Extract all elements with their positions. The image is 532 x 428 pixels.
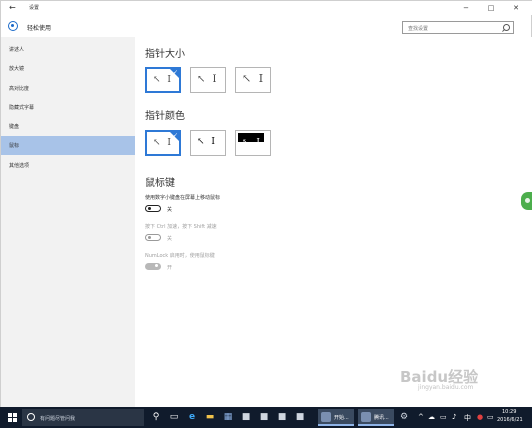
numlock-label: NumLock 启用时，使用鼠标键	[145, 253, 215, 259]
sidebar-item-label: 放大镜	[9, 66, 25, 72]
clock-date[interactable]: 2016/6/21	[497, 417, 523, 423]
sidebar-item-label: 隐藏式字幕	[9, 105, 35, 111]
cortana-icon	[27, 413, 35, 421]
sidebar-item-label: 讲述人	[9, 47, 25, 53]
maximize-button[interactable]: □	[481, 2, 501, 14]
close-button[interactable]: ✕	[506, 2, 526, 14]
app-icon-4[interactable]: ■	[294, 411, 306, 423]
pointer-size-option-large[interactable]: ↖ I	[235, 67, 271, 93]
search-input[interactable]: 查找设置	[402, 21, 514, 34]
settings-window: ← 设置 − □ ✕ 轻松使用 查找设置 讲述人 放大镜 高对比度 隐藏式字幕 …	[0, 0, 532, 407]
notification-badge-icon[interactable]: ●	[477, 413, 483, 421]
sidebar-item-magnifier[interactable]: 放大镜	[1, 59, 135, 78]
volume-icon[interactable]: ♪	[452, 413, 456, 421]
taskbar-app-1-label: 开始...	[334, 415, 349, 421]
search-icon[interactable]	[503, 24, 510, 31]
sidebar-item-narrator[interactable]: 讲述人	[1, 40, 135, 59]
page-header: 轻松使用 查找设置	[1, 17, 532, 37]
sidebar-item-label: 键盘	[9, 124, 20, 130]
taskbar-app-2[interactable]: 腾讯...	[358, 409, 394, 426]
task-view-icon[interactable]: ▭	[168, 411, 180, 423]
pointer-sample: ↖ I	[242, 138, 262, 148]
minimize-button[interactable]: −	[456, 2, 476, 14]
pointer-size-option-small[interactable]: ↖ I ✓	[145, 67, 181, 93]
settings-app-icon[interactable]: ⚙	[398, 411, 410, 423]
pointer-size-title: 指针大小	[145, 49, 185, 60]
app-icon-1[interactable]: ■	[240, 411, 252, 423]
sidebar-item-high-contrast[interactable]: 高对比度	[1, 79, 135, 98]
check-icon: ✓	[172, 132, 178, 139]
search-placeholder: 查找设置	[408, 26, 429, 32]
mouse-keys-title: 鼠标键	[145, 178, 175, 189]
numlock-state: 开	[167, 265, 173, 271]
toggle-knob	[148, 236, 151, 239]
pointer-color-option-black[interactable]: ↖ I	[190, 130, 226, 156]
title-bar: ← 设置 − □ ✕	[1, 1, 532, 15]
sidebar-item-closed-captions[interactable]: 隐藏式字幕	[1, 98, 135, 117]
sidebar-item-keyboard[interactable]: 键盘	[1, 117, 135, 136]
baidu-watermark-url: jingyan.baidu.com	[418, 384, 474, 391]
floating-assistant-icon[interactable]	[521, 192, 532, 210]
store-icon[interactable]: ▦	[222, 411, 234, 423]
ctrl-shift-speed-toggle[interactable]	[145, 234, 161, 241]
sidebar-item-label: 高对比度	[9, 86, 30, 92]
pointer-sample: ↖ I	[197, 74, 219, 85]
ease-of-access-icon	[8, 21, 18, 31]
cortana-placeholder: 有问题尽管问我	[40, 416, 76, 422]
app-icon-2[interactable]: ■	[258, 411, 270, 423]
pointer-size-option-medium[interactable]: ↖ I	[190, 67, 226, 93]
mouse-keys-state: 关	[167, 207, 173, 213]
app2-icon	[361, 412, 371, 422]
app1-icon	[321, 412, 331, 422]
mouse-keys-label: 使用数字小键盘在屏幕上移动鼠标	[145, 195, 221, 201]
tray-overflow-icon[interactable]: ^	[418, 413, 424, 421]
cortana-search-box[interactable]: 有问题尽管问我	[22, 409, 144, 426]
toggle-knob	[155, 264, 158, 267]
window-title: 设置	[29, 5, 40, 11]
taskbar-app-2-label: 腾讯...	[374, 415, 389, 421]
sidebar-item-label: 其他选项	[9, 163, 30, 169]
cloud-icon[interactable]: ☁	[428, 413, 435, 421]
clock-time[interactable]: 10:29	[502, 409, 516, 415]
sidebar: 讲述人 放大镜 高对比度 隐藏式字幕 键盘 鼠标 其他选项	[1, 37, 135, 407]
sidebar-item-other-options[interactable]: 其他选项	[1, 156, 135, 175]
toggle-knob	[148, 207, 151, 210]
numlock-toggle[interactable]	[145, 263, 161, 270]
sidebar-item-mouse[interactable]: 鼠标	[1, 136, 135, 155]
app-icon-3[interactable]: ■	[276, 411, 288, 423]
check-icon: ✓	[172, 69, 178, 76]
pointer-color-option-inverted[interactable]: ↖ I	[235, 130, 271, 156]
file-explorer-icon[interactable]: ▬	[204, 411, 216, 423]
ctrl-shift-speed-label: 按下 Ctrl 加速，按下 Shift 减速	[145, 224, 217, 230]
network-icon[interactable]: ▭	[440, 413, 447, 421]
sidebar-item-label: 鼠标	[9, 143, 20, 149]
back-arrow-icon[interactable]: ←	[9, 3, 19, 13]
pointer-color-option-white[interactable]: ↖ I ✓	[145, 130, 181, 156]
microphone-icon[interactable]: ⚲	[150, 411, 162, 423]
input-method-icon[interactable]: 中	[464, 413, 471, 423]
taskbar: 有问题尽管问我 ⚲ ▭ e ▬ ▦ ■ ■ ■ ■ 开始... 腾讯... ⚙ …	[0, 407, 532, 428]
edge-browser-icon[interactable]: e	[186, 411, 198, 423]
page-title: 轻松使用	[27, 25, 52, 32]
pointer-sample: ↖ I	[242, 72, 266, 85]
ctrl-shift-speed-state: 关	[167, 236, 173, 242]
taskbar-app-1[interactable]: 开始...	[318, 409, 354, 426]
pointer-color-title: 指针颜色	[145, 111, 185, 122]
windows-start-icon[interactable]	[8, 413, 17, 422]
action-center-icon[interactable]: ▭	[487, 413, 494, 421]
main-content: 指针大小 ↖ I ✓ ↖ I ↖ I 指针颜色 ↖ I ✓ ↖ I ↖ I 鼠标…	[135, 37, 532, 407]
mouse-keys-toggle[interactable]	[145, 205, 161, 212]
pointer-sample: ↖ I	[197, 137, 217, 147]
